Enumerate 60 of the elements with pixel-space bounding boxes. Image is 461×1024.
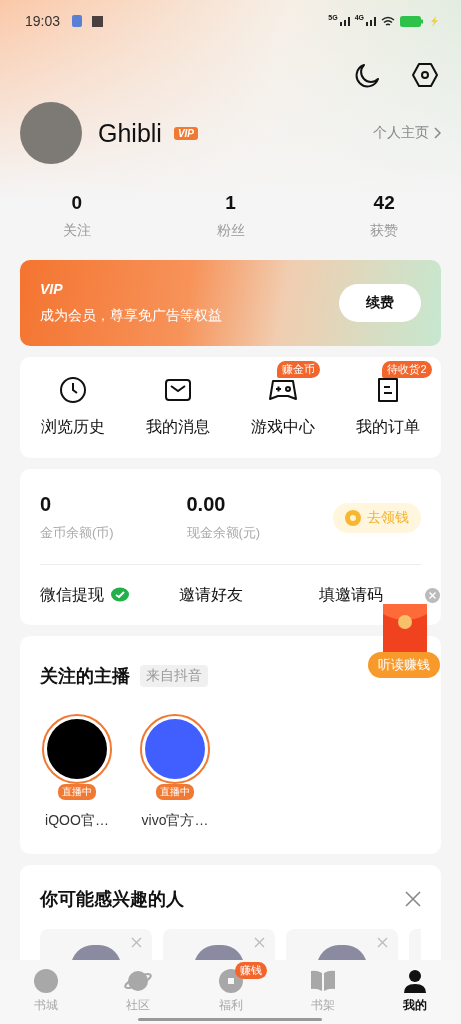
wallet-action[interactable]: 微信提现 (40, 584, 104, 606)
gamepad-icon[interactable] (268, 378, 299, 402)
settings-icon[interactable] (411, 62, 439, 88)
stat-value: 42 (373, 192, 395, 214)
shortcut-label[interactable]: 游戏中心 (251, 417, 316, 438)
stat-value: 1 (225, 192, 236, 214)
envelope-icon[interactable] (383, 604, 427, 654)
vip-description: 成为会员，尊享免广告等权益 (40, 307, 223, 325)
source-tag: 来自抖音 (140, 665, 208, 687)
notification-badge: 赚钱 (234, 962, 267, 979)
person-icon (402, 969, 427, 993)
balance-value: 0.00 (186, 493, 227, 516)
close-icon[interactable] (131, 937, 142, 948)
person-card[interactable] (163, 929, 275, 960)
chat-bubble-icon (110, 587, 130, 603)
coin-icon (345, 509, 361, 526)
vip-logo: VIP (40, 281, 64, 297)
close-icon[interactable] (425, 588, 440, 603)
section-title: 关注的主播 (40, 665, 130, 688)
live-badge: 直播中 (58, 784, 96, 800)
moon-icon[interactable] (355, 62, 381, 88)
shortcut-label[interactable]: 我的消息 (145, 417, 210, 438)
anchor-name[interactable]: iQOO官… (45, 812, 109, 830)
wallet-action[interactable]: 邀请好友 (179, 584, 244, 606)
wifi-icon (381, 15, 395, 27)
planet-icon (123, 968, 154, 994)
close-icon[interactable] (377, 937, 388, 948)
live-badge: 直播中 (156, 784, 194, 800)
balance-label: 金币余额(币) (40, 524, 115, 542)
person-card[interactable] (286, 929, 398, 960)
shortcut-label[interactable]: 浏览历史 (40, 417, 105, 438)
close-icon[interactable] (254, 937, 265, 948)
clock-icon[interactable] (58, 376, 87, 404)
user-name: Ghibli (98, 118, 162, 148)
wallet-action[interactable]: 填邀请码 (319, 584, 383, 606)
status-time: 19:03 (25, 13, 61, 29)
tab-item[interactable]: 我的 (368, 960, 461, 1024)
document-icon[interactable] (376, 376, 401, 404)
stat-value: 0 (71, 192, 83, 214)
renew-button[interactable]: 续费 (339, 284, 421, 322)
notification-badge: 赚金币 (277, 361, 321, 378)
chevron-right-icon[interactable] (433, 127, 441, 139)
notification-badge: 待收货2 (382, 361, 432, 378)
signal-icon (339, 16, 350, 26)
anchor-name[interactable]: vivo官方… (141, 812, 209, 830)
vip-banner[interactable]: VIP 成为会员，尊享免广告等权益 续费 (20, 260, 441, 346)
shortcut-label[interactable]: 我的订单 (356, 417, 421, 438)
mail-icon[interactable] (163, 378, 192, 402)
vip-badge: VIP (173, 126, 199, 140)
square-notification-icon (92, 15, 104, 27)
balance-value: 0 (40, 493, 53, 516)
book-icon (309, 970, 336, 992)
balance-label: 现金余额(元) (186, 524, 262, 542)
app-notification-icon (71, 14, 84, 28)
battery-icon (400, 15, 424, 27)
charging-icon (429, 15, 439, 27)
section-title: 你可能感兴趣的人 (40, 888, 184, 911)
signal-icon (366, 16, 376, 26)
person-card[interactable] (40, 929, 152, 960)
close-icon[interactable] (405, 891, 421, 907)
